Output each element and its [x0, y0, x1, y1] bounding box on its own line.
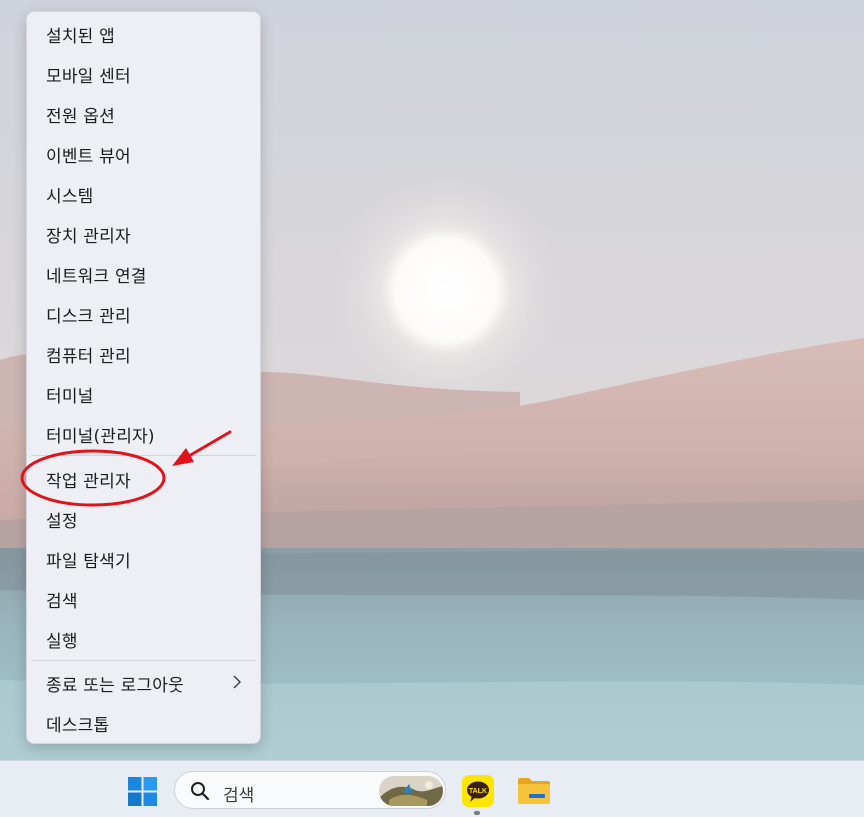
menu-item-label: 시스템 [46, 186, 94, 207]
menu-item-label: 데스크톱 [46, 715, 110, 736]
winx-context-menu: 설치된 앱 모바일 센터 전원 옵션 이벤트 뷰어 시스템 장치 관리자 네트워… [26, 11, 261, 744]
menu-item-desktop[interactable]: 데스크톱 [27, 706, 260, 740]
menu-item-system[interactable]: 시스템 [27, 177, 260, 211]
search-highlight-image[interactable] [379, 776, 443, 806]
menu-item-label: 터미널(관리자) [46, 426, 155, 447]
search-placeholder: 검색 [223, 786, 255, 806]
menu-item-device-manager[interactable]: 장치 관리자 [27, 217, 260, 251]
menu-item-file-explorer[interactable]: 파일 탐색기 [27, 542, 260, 576]
menu-separator [31, 660, 256, 661]
menu-item-label: 작업 관리자 [46, 471, 131, 492]
windows-start-icon[interactable] [128, 777, 157, 806]
menu-item-run[interactable]: 실행 [27, 622, 260, 656]
menu-item-settings[interactable]: 설정 [27, 502, 260, 536]
menu-item-label: 모바일 센터 [46, 66, 131, 87]
menu-item-computer-management[interactable]: 컴퓨터 관리 [27, 337, 260, 371]
menu-item-network-connections[interactable]: 네트워크 연결 [27, 257, 260, 291]
kakaotalk-icon[interactable]: TALK [462, 775, 494, 807]
menu-item-label: 디스크 관리 [46, 306, 131, 327]
menu-item-terminal[interactable]: 터미널 [27, 377, 260, 411]
menu-separator [31, 455, 256, 456]
menu-item-mobility-center[interactable]: 모바일 센터 [27, 57, 260, 91]
kakaotalk-label: TALK [469, 788, 487, 795]
menu-item-label: 장치 관리자 [46, 226, 131, 247]
menu-item-shutdown-signout[interactable]: 종료 또는 로그아웃 [27, 666, 260, 700]
menu-item-disk-management[interactable]: 디스크 관리 [27, 297, 260, 331]
menu-item-label: 이벤트 뷰어 [46, 146, 131, 167]
taskbar: 검색 TALK [0, 760, 864, 817]
menu-item-label: 파일 탐색기 [46, 551, 131, 572]
menu-item-task-manager[interactable]: 작업 관리자 [27, 462, 260, 496]
taskbar-search-box[interactable]: 검색 [174, 771, 446, 809]
menu-item-label: 종료 또는 로그아웃 [46, 675, 184, 696]
menu-item-label: 검색 [46, 591, 78, 612]
menu-item-label: 설치된 앱 [46, 26, 115, 47]
menu-item-label: 터미널 [46, 386, 94, 407]
menu-item-installed-apps[interactable]: 설치된 앱 [27, 17, 260, 51]
menu-item-label: 전원 옵션 [46, 106, 115, 127]
running-indicator [474, 811, 480, 815]
menu-item-label: 컴퓨터 관리 [46, 346, 131, 367]
menu-item-power-options[interactable]: 전원 옵션 [27, 97, 260, 131]
menu-item-label: 설정 [46, 511, 78, 532]
menu-item-terminal-admin[interactable]: 터미널(관리자) [27, 417, 260, 451]
search-icon [191, 782, 210, 801]
chevron-right-icon [233, 675, 241, 689]
menu-item-event-viewer[interactable]: 이벤트 뷰어 [27, 137, 260, 171]
menu-item-label: 네트워크 연결 [46, 266, 147, 287]
menu-item-label: 실행 [46, 631, 78, 652]
file-explorer-icon[interactable] [517, 776, 551, 806]
menu-item-search[interactable]: 검색 [27, 582, 260, 616]
